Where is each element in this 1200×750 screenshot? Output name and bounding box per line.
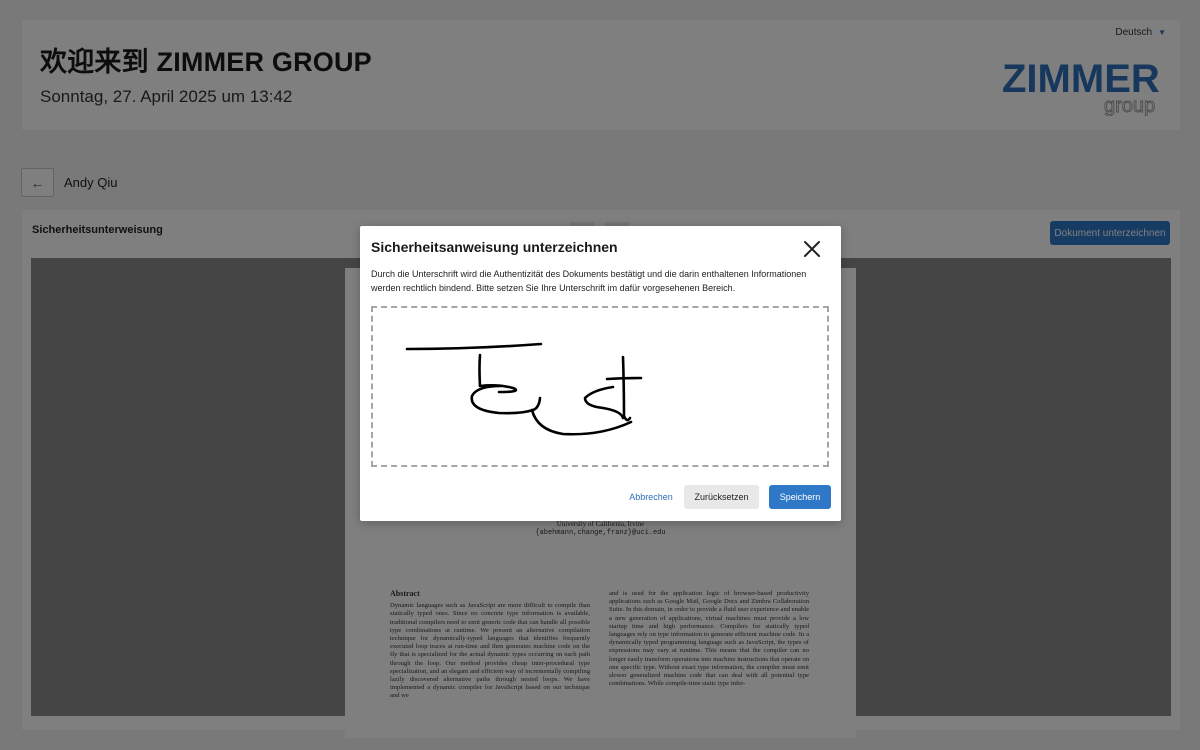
cancel-button[interactable]: Abbrechen: [626, 485, 676, 509]
save-button[interactable]: Speichern: [769, 485, 831, 509]
signature-drawing: [405, 342, 643, 436]
close-button[interactable]: [801, 238, 823, 260]
signature-pad[interactable]: [371, 306, 829, 467]
reset-button[interactable]: Zurücksetzen: [684, 485, 759, 509]
signature-dialog: Sicherheitsanweisung unterzeichnen Durch…: [360, 226, 841, 521]
dialog-description: Durch die Unterschrift wird die Authenti…: [371, 269, 807, 293]
close-icon: [804, 241, 820, 257]
dialog-title: Sicherheitsanweisung unterzeichnen: [371, 239, 618, 255]
